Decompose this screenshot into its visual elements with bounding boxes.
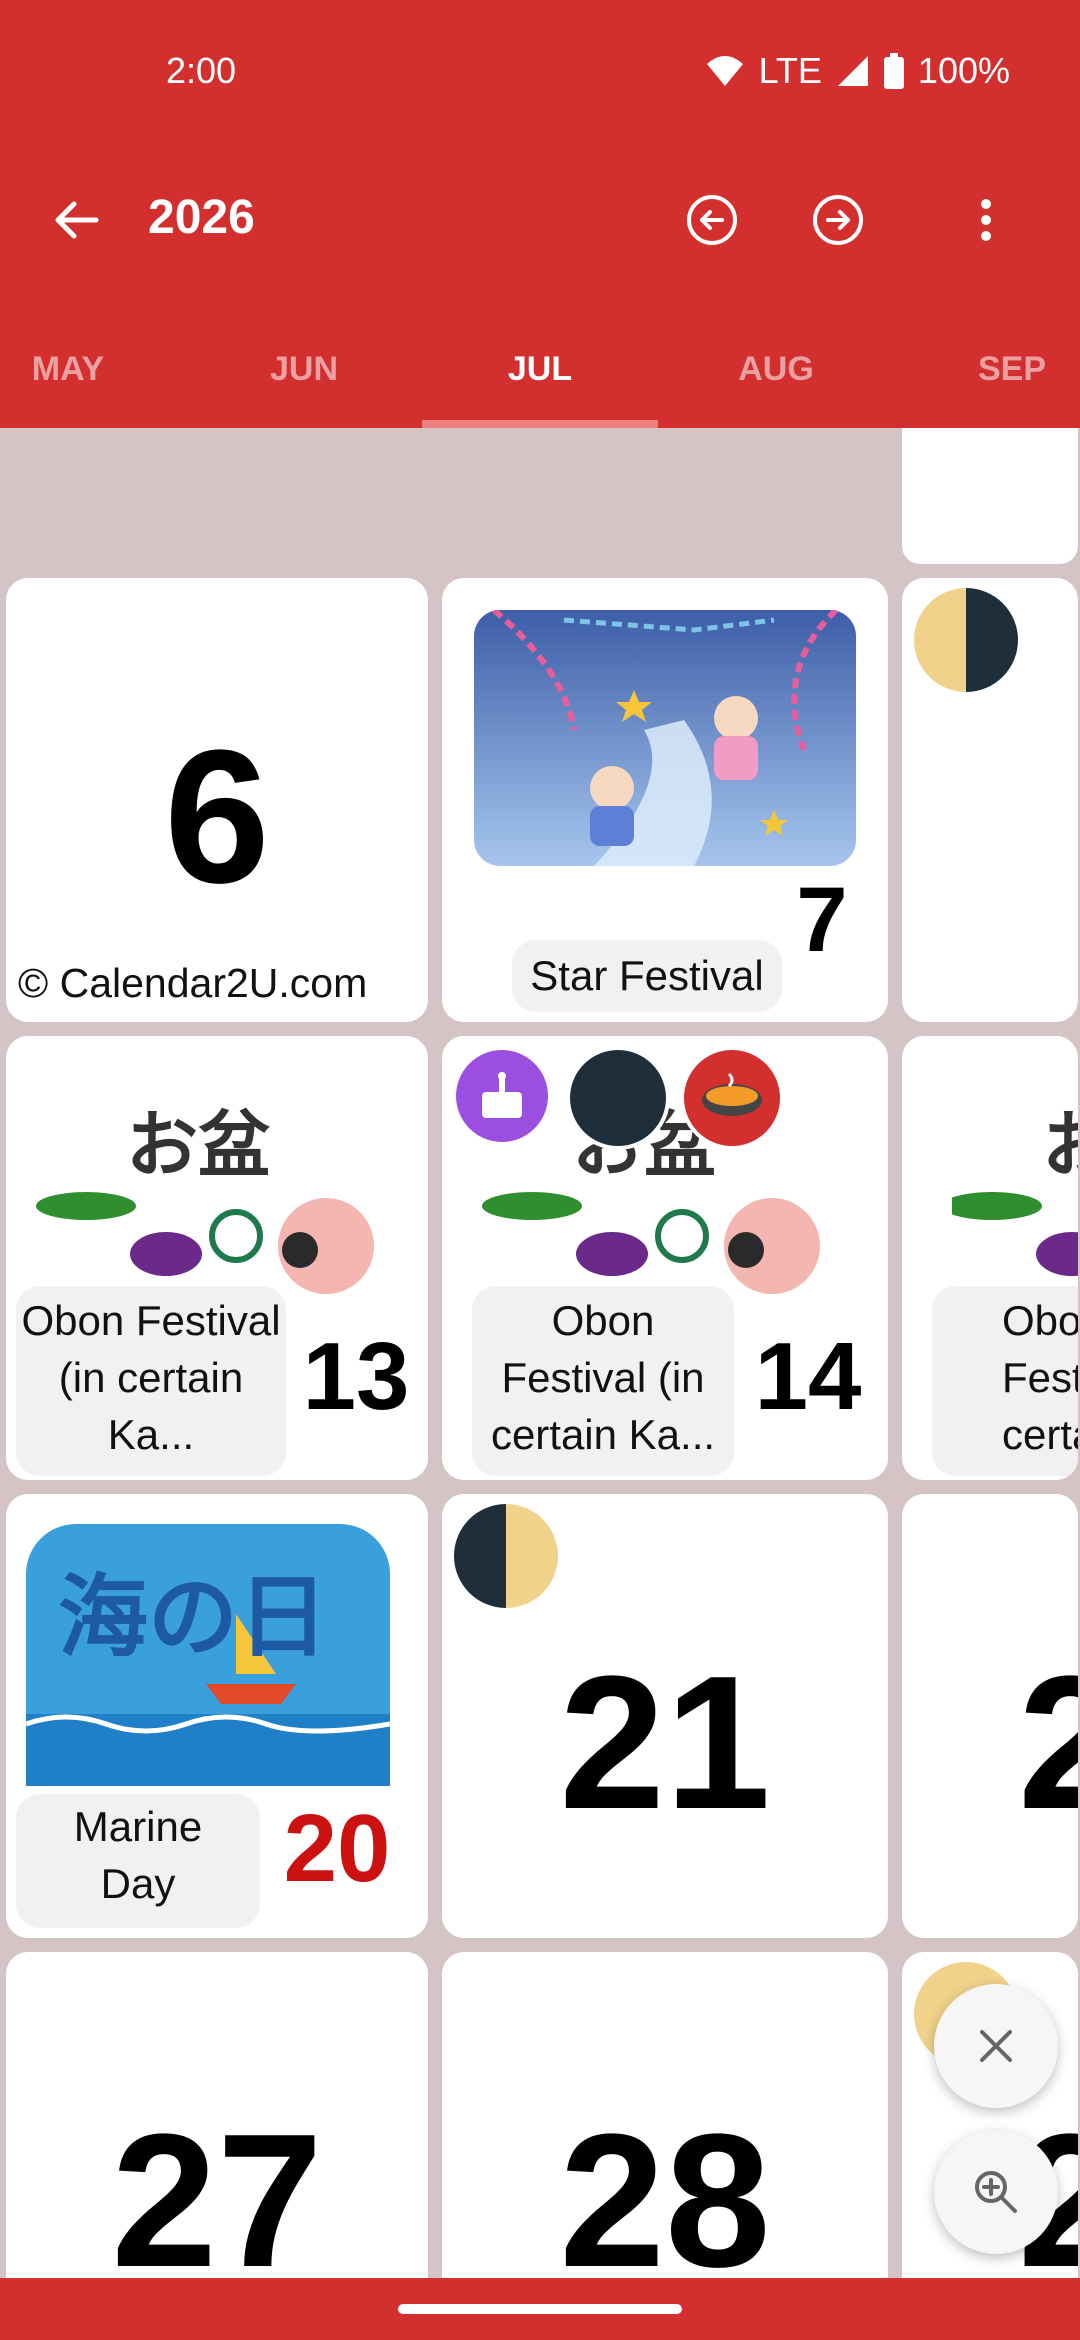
network-label: LTE	[758, 50, 822, 91]
month-tabs: MAY JUN JUL AUG SEP	[0, 330, 1080, 428]
event-label: Star Festival	[512, 940, 782, 1012]
first-quarter-moon-icon	[914, 588, 1018, 692]
close-button[interactable]	[934, 1984, 1058, 2108]
tab-jul[interactable]: JUL	[460, 350, 620, 389]
calendar-cell-partial[interactable]	[902, 428, 1078, 564]
previous-circle-icon[interactable]	[684, 192, 740, 248]
marine-day-image-text: 海の日	[58, 1568, 328, 1668]
battery-icon	[883, 53, 904, 89]
day-number: 6	[164, 711, 270, 923]
status-bar: 2:00 LTE 100%	[0, 40, 1080, 100]
calendar-cell-28[interactable]: 28	[442, 1952, 888, 2278]
event-label: Obo Festiv certair	[932, 1286, 1078, 1476]
tab-may[interactable]: MAY	[0, 350, 148, 389]
page-title: 2026	[148, 191, 255, 244]
new-moon-icon	[566, 1046, 670, 1150]
calendar-cell-15[interactable]: お Obo Festiv certair	[902, 1036, 1078, 1480]
last-quarter-moon-icon	[454, 1504, 558, 1608]
tab-jun[interactable]: JUN	[224, 350, 384, 389]
app-bar: 2:00 LTE 100% 2026 MAY JUN JUL AUG SEP	[0, 0, 1080, 428]
day-number: 27	[111, 2095, 323, 2278]
toolbar: 2026	[0, 170, 1080, 270]
status-time: 2:00	[166, 50, 237, 91]
signal-icon	[837, 56, 868, 86]
obon-text: お	[1042, 1086, 1078, 1191]
day-number: 7	[796, 869, 848, 971]
birthday-cake-icon	[452, 1046, 552, 1146]
battery-label: 100%	[917, 50, 1010, 91]
day-number: 21	[559, 1637, 771, 1849]
event-label: Obon Festival (in certain Ka...	[472, 1286, 734, 1476]
next-circle-icon[interactable]	[810, 192, 866, 248]
hotpot-icon	[680, 1046, 784, 1150]
tab-indicator	[422, 420, 658, 428]
wifi-icon	[706, 56, 743, 86]
day-number: 14	[754, 1323, 862, 1430]
day-number-partial: 2	[1018, 1637, 1078, 1849]
calendar-cell-22[interactable]: 2	[902, 1494, 1078, 1938]
day-number-holiday: 20	[283, 1795, 391, 1902]
calendar-grid: 6 © Calendar2U.com 7 Star Festival お盆 Ob…	[0, 428, 1080, 2278]
more-vert-icon[interactable]	[958, 192, 1014, 248]
event-label: Marine Day	[16, 1794, 260, 1928]
system-nav-bar	[0, 2278, 1080, 2340]
calendar-cell-14[interactable]: お盆 Obon Festival (in certain Ka... 14	[442, 1036, 888, 1480]
close-icon	[980, 2030, 1012, 2062]
zoom-in-button[interactable]	[934, 2130, 1058, 2254]
calendar-cell-13[interactable]: お盆 Obon Festival (in certain Ka... 13	[6, 1036, 428, 1480]
tab-sep[interactable]: SEP	[932, 350, 1080, 389]
calendar-cell-6[interactable]: 6 © Calendar2U.com	[6, 578, 428, 1022]
copyright-text: © Calendar2U.com	[18, 960, 368, 1006]
tab-aug[interactable]: AUG	[696, 350, 856, 389]
star-festival-image	[474, 610, 856, 866]
back-arrow-icon[interactable]	[48, 192, 104, 248]
day-number: 13	[302, 1323, 410, 1430]
calendar-cell-8[interactable]	[902, 578, 1078, 1022]
calendar-cell-21[interactable]: 21	[442, 1494, 888, 1938]
calendar-cell-27[interactable]: 27	[6, 1952, 428, 2278]
event-label: Obon Festival (in certain Ka...	[16, 1286, 286, 1476]
calendar-cell-7[interactable]: 7 Star Festival	[442, 578, 888, 1022]
obon-text: お盆	[126, 1106, 271, 1186]
calendar-cell-20[interactable]: 海の日 Marine Day 20	[6, 1494, 428, 1938]
zoom-in-icon	[975, 2171, 1017, 2213]
gesture-handle[interactable]	[398, 2304, 682, 2314]
day-number: 28	[559, 2095, 771, 2278]
